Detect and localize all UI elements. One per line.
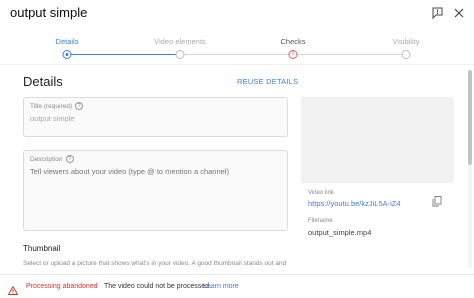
step-checks-label[interactable]: Checks bbox=[280, 37, 305, 46]
help-icon[interactable]: ? bbox=[65, 155, 74, 163]
filename-value: output_simple.mp4 bbox=[308, 228, 372, 237]
step-visibility-label[interactable]: Visibility bbox=[393, 37, 420, 46]
learn-more-link[interactable]: Learn more bbox=[203, 283, 239, 290]
description-field-label: Description ? bbox=[30, 155, 74, 163]
video-link-label: Video link bbox=[308, 190, 334, 196]
scrollbar-thumb[interactable] bbox=[468, 70, 472, 165]
filename-label: Filename bbox=[308, 218, 333, 224]
description-input[interactable] bbox=[30, 167, 280, 227]
video-link[interactable]: https://youtu.be/kzJiL5A-iZ4 bbox=[308, 199, 401, 208]
dialog-title: output simple bbox=[10, 5, 88, 20]
status-message: The video could not be processed. bbox=[104, 283, 212, 290]
step-visibility-dot[interactable] bbox=[401, 50, 411, 59]
copy-icon[interactable] bbox=[432, 194, 442, 207]
feedback-icon[interactable] bbox=[430, 6, 444, 20]
status-footer: Processing abandoned The video could not… bbox=[0, 274, 474, 298]
step-connector bbox=[67, 54, 180, 55]
step-details-label[interactable]: Details bbox=[56, 37, 79, 46]
step-connector bbox=[293, 54, 406, 55]
dialog-header: output simple bbox=[0, 0, 474, 30]
title-input[interactable] bbox=[30, 114, 280, 123]
title-field[interactable]: Title (required) ? bbox=[23, 97, 288, 137]
title-field-label: Title (required) ? bbox=[30, 102, 84, 110]
step-checks-warning-icon[interactable]: ! bbox=[288, 50, 298, 59]
scrollbar[interactable] bbox=[468, 70, 472, 268]
help-icon[interactable]: ? bbox=[75, 102, 84, 110]
step-video-elements-dot[interactable] bbox=[175, 50, 185, 59]
reuse-details-button[interactable]: REUSE DETAILS bbox=[237, 77, 298, 86]
warning-icon bbox=[7, 282, 19, 295]
step-video-elements-label[interactable]: Video elements bbox=[154, 37, 206, 46]
processing-status: Processing abandoned bbox=[26, 283, 98, 290]
close-icon[interactable] bbox=[452, 6, 466, 20]
thumbnail-description: Select or upload a picture that shows wh… bbox=[23, 260, 287, 267]
details-heading: Details bbox=[23, 74, 63, 89]
description-field[interactable]: Description ? bbox=[23, 150, 288, 231]
divider bbox=[0, 64, 474, 65]
step-connector bbox=[180, 54, 293, 55]
thumbnail-heading: Thumbnail bbox=[23, 244, 61, 253]
title-label-text: Title (required) bbox=[30, 102, 73, 110]
description-label-text: Description bbox=[30, 155, 63, 163]
video-preview[interactable] bbox=[301, 97, 454, 183]
step-details-dot[interactable] bbox=[62, 50, 72, 59]
upload-stepper: Details Video elements Checks Visibility… bbox=[0, 30, 474, 64]
